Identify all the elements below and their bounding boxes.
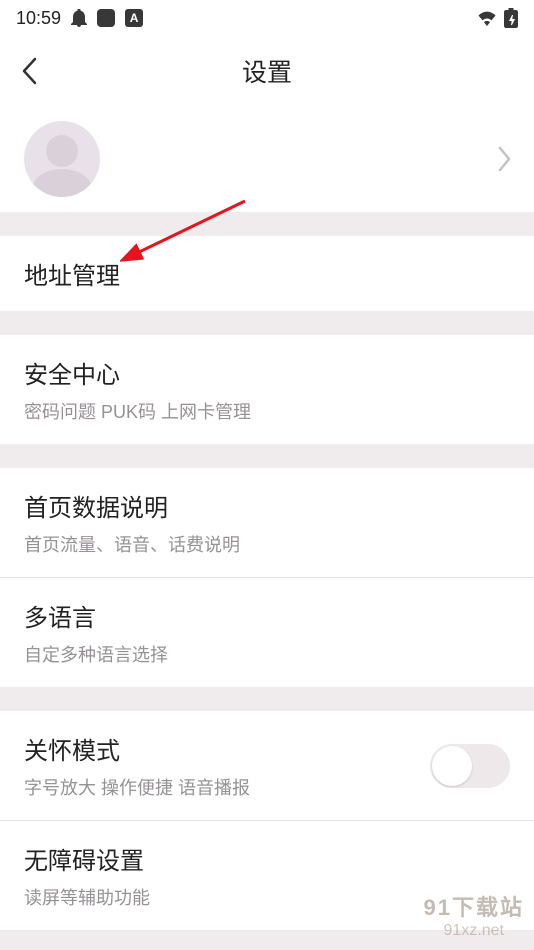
item-care-sub: 字号放大 操作便捷 语音播报 — [24, 774, 250, 800]
section-gap — [0, 311, 534, 335]
section-gap — [0, 687, 534, 711]
chevron-right-icon — [498, 146, 512, 172]
watermark-bottom: 91xz.net — [424, 922, 524, 940]
section-gap — [0, 444, 534, 468]
item-language[interactable]: 多语言 自定多种语言选择 — [0, 578, 534, 687]
item-homedata-sub: 首页流量、语音、话费说明 — [24, 531, 510, 557]
back-button[interactable] — [20, 56, 38, 86]
profile-row[interactable] — [0, 106, 534, 212]
status-letter-icon: A — [125, 9, 143, 27]
item-security-title: 安全中心 — [24, 355, 510, 390]
item-address-title: 地址管理 — [24, 256, 510, 291]
watermark: 91下载站 91xz.net — [424, 890, 524, 940]
watermark-top: 91下载站 — [424, 890, 524, 922]
wifi-icon — [476, 10, 498, 26]
item-homedata[interactable]: 首页数据说明 首页流量、语音、话费说明 — [0, 468, 534, 577]
item-address[interactable]: 地址管理 — [0, 236, 534, 311]
page-title: 设置 — [0, 53, 534, 89]
item-security[interactable]: 安全中心 密码问题 PUK码 上网卡管理 — [0, 335, 534, 444]
chevron-left-icon — [20, 56, 38, 86]
item-accessibility-title: 无障碍设置 — [24, 841, 510, 876]
item-language-sub: 自定多种语言选择 — [24, 641, 510, 667]
toggle-knob — [432, 746, 472, 786]
avatar — [24, 121, 100, 197]
section-gap — [0, 212, 534, 236]
item-care[interactable]: 关怀模式 字号放大 操作便捷 语音播报 — [0, 711, 534, 820]
item-care-title: 关怀模式 — [24, 731, 250, 766]
battery-icon — [504, 8, 518, 28]
item-homedata-title: 首页数据说明 — [24, 488, 510, 523]
status-app-icon — [97, 9, 115, 27]
item-security-sub: 密码问题 PUK码 上网卡管理 — [24, 398, 510, 424]
notification-bell-icon — [71, 9, 87, 27]
status-time: 10:59 — [16, 8, 61, 29]
care-mode-toggle[interactable] — [430, 744, 510, 788]
item-language-title: 多语言 — [24, 598, 510, 633]
page-header: 设置 — [0, 36, 534, 106]
status-bar: 10:59 A — [0, 0, 534, 36]
